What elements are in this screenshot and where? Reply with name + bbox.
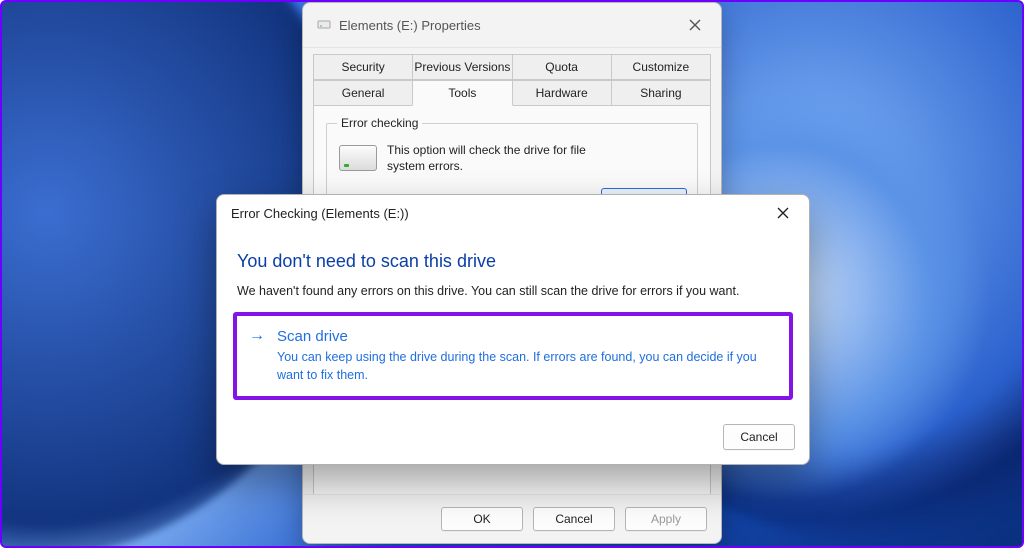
tab-hardware[interactable]: Hardware: [512, 80, 612, 106]
scan-drive-title: Scan drive: [277, 328, 771, 345]
close-icon: [777, 207, 789, 219]
close-icon: [689, 19, 701, 31]
dialog-close-button[interactable]: [763, 198, 803, 228]
properties-footer: OK Cancel Apply: [303, 494, 721, 543]
tab-security[interactable]: Security: [313, 54, 413, 80]
tab-previous-versions[interactable]: Previous Versions: [412, 54, 512, 80]
hard-drive-icon: [339, 145, 377, 171]
tab-general[interactable]: General: [313, 80, 413, 106]
tab-customize[interactable]: Customize: [611, 54, 711, 80]
cancel-button[interactable]: Cancel: [533, 507, 615, 531]
dialog-titlebar[interactable]: Error Checking (Elements (E:)): [217, 195, 809, 231]
properties-title: Elements (E:) Properties: [339, 18, 675, 33]
ok-button[interactable]: OK: [441, 507, 523, 531]
tab-sharing[interactable]: Sharing: [611, 80, 711, 106]
tab-quota[interactable]: Quota: [512, 54, 612, 80]
apply-button: Apply: [625, 507, 707, 531]
tabs: Security Previous Versions Quota Customi…: [303, 48, 721, 106]
error-checking-description: This option will check the drive for fil…: [387, 142, 627, 174]
dialog-content-text: We haven't found any errors on this driv…: [237, 284, 789, 298]
scan-drive-description: You can keep using the drive during the …: [277, 349, 771, 384]
dialog-main-instruction: You don't need to scan this drive: [237, 251, 789, 272]
error-checking-legend: Error checking: [337, 116, 422, 130]
properties-titlebar[interactable]: Elements (E:) Properties: [303, 3, 721, 48]
dialog-cancel-button[interactable]: Cancel: [723, 424, 795, 450]
scan-drive-command-link[interactable]: → Scan drive You can keep using the driv…: [233, 312, 793, 400]
arrow-right-icon: →: [249, 328, 265, 344]
tab-tools[interactable]: Tools: [412, 80, 512, 106]
error-checking-dialog: Error Checking (Elements (E:)) You don't…: [216, 194, 810, 465]
close-button[interactable]: [675, 10, 715, 40]
drive-icon: [317, 17, 331, 34]
dialog-title: Error Checking (Elements (E:)): [231, 206, 763, 221]
desktop-background: Elements (E:) Properties Security Previo…: [0, 0, 1024, 548]
